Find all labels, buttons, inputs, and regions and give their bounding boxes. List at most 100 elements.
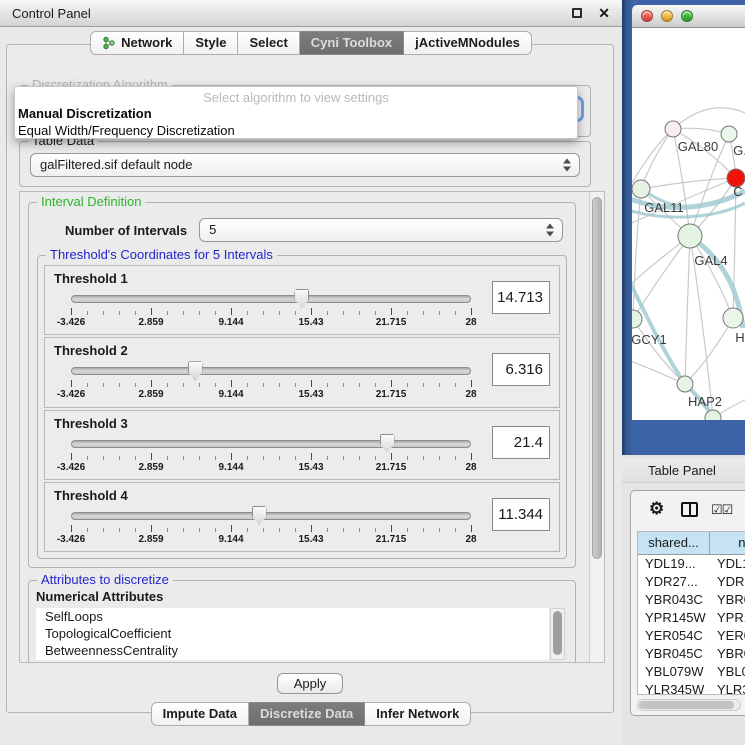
table-row[interactable]: YER054CYER0 [638, 627, 745, 645]
tab-cyni-toolbox[interactable]: Cyni Toolbox [300, 31, 404, 55]
network-edge[interactable] [685, 318, 733, 384]
numerical-attributes-list[interactable]: SelfLoopsTopologicalCoefficientBetweenne… [36, 608, 549, 660]
tick-mark [71, 453, 72, 460]
network-node[interactable] [632, 310, 642, 328]
table-row[interactable]: YLR345WYLR3 [638, 681, 745, 695]
table-row[interactable]: YBR045CYBR0 [638, 645, 745, 663]
attribute-list-item[interactable]: BetweennessCentrality [36, 642, 549, 659]
tick-mark [247, 383, 248, 387]
tick-mark [167, 311, 168, 315]
network-node[interactable] [665, 121, 681, 137]
table-row[interactable]: YPR145WYPR1 [638, 609, 745, 627]
dropdown-option-equal-width[interactable]: Equal Width/Frequency Discretization [15, 122, 577, 139]
network-thick-edge[interactable] [632, 278, 685, 384]
minimize-traffic-light-icon[interactable] [661, 10, 673, 22]
tick-mark [151, 525, 152, 532]
network-edge[interactable] [685, 236, 690, 384]
interval-definition-group: Interval Definition Number of Intervals … [28, 202, 576, 568]
float-icon[interactable] [572, 8, 582, 18]
table-row[interactable]: YBR043CYBR0 [638, 591, 745, 609]
tab-label: jActiveMNodules [415, 35, 520, 50]
threshold-slider[interactable]: -3.4262.8599.14415.4321.71528 [71, 505, 471, 549]
network-node[interactable] [678, 224, 702, 248]
tick-mark [343, 311, 344, 315]
tick-mark [199, 456, 200, 460]
threshold-slider[interactable]: -3.4262.8599.14415.4321.71528 [71, 360, 471, 404]
table-row[interactable]: YBL079WYBL0 [638, 663, 745, 681]
network-node-label: GCY1 [632, 332, 667, 347]
tick-mark [391, 453, 392, 460]
tick-mark [247, 311, 248, 315]
slider-thumb[interactable] [252, 506, 267, 525]
attribute-list-item[interactable]: SelfLoops [36, 608, 549, 625]
threshold-value-field[interactable]: 6.316 [492, 353, 550, 386]
threshold-slider[interactable]: -3.4262.8599.14415.4321.71528 [71, 288, 471, 332]
apply-button[interactable]: Apply [277, 673, 343, 694]
window-title: Control Panel [12, 6, 572, 21]
table-row[interactable]: YDL19...YDL1 [638, 555, 745, 573]
tab-jactivemnodules[interactable]: jActiveMNodules [404, 31, 532, 55]
tick-mark [151, 380, 152, 387]
tick-mark [439, 311, 440, 315]
network-node-label: G. [733, 143, 745, 158]
tick-mark [407, 311, 408, 315]
zoom-traffic-light-icon[interactable] [681, 10, 693, 22]
table-column-header[interactable]: na [710, 532, 745, 555]
threshold-panel: Threshold 1-3.4262.8599.14415.4321.71528… [44, 265, 560, 335]
threshold-value-field[interactable]: 21.4 [492, 426, 550, 459]
threshold-value-field[interactable]: 14.713 [492, 281, 550, 314]
table-column-header[interactable]: shared... [638, 532, 710, 555]
node-table[interactable]: shared...na YDL19...YDL1YDR27...YDR2YBR0… [637, 531, 745, 695]
slider-thumb[interactable] [294, 289, 309, 308]
dropdown-option-manual[interactable]: Manual Discretization [15, 105, 577, 122]
tab-network[interactable]: Network [90, 31, 184, 55]
close-icon[interactable]: ✕ [598, 8, 610, 18]
tick-mark [199, 528, 200, 532]
gear-icon[interactable]: ⚙ [649, 500, 664, 518]
table-data-combobox[interactable]: galFiltered.sif default node [30, 153, 580, 177]
number-of-intervals-value: 5 [209, 222, 216, 237]
tab-select[interactable]: Select [238, 31, 299, 55]
threshold-slider[interactable]: -3.4262.8599.14415.4321.71528 [71, 433, 471, 477]
network-node[interactable] [677, 376, 693, 392]
close-traffic-light-icon[interactable] [641, 10, 653, 22]
slider-track [71, 440, 471, 448]
number-of-intervals-combobox[interactable]: 5 [199, 218, 563, 242]
tick-mark [183, 311, 184, 315]
network-canvas[interactable]: GAL80G.CGAL11GAL4GCY1HHAP2 [632, 28, 745, 420]
tick-mark [231, 453, 232, 460]
network-node[interactable] [723, 308, 743, 328]
table-cell: YER054C [638, 627, 710, 645]
tick-mark [359, 456, 360, 460]
threshold-value-field[interactable]: 11.344 [492, 498, 550, 531]
table-row[interactable]: YDR27...YDR2 [638, 573, 745, 591]
split-columns-icon[interactable] [681, 502, 698, 517]
tick-mark [391, 525, 392, 532]
bottom-tab-bar: Impute DataDiscretize DataInfer Network [0, 702, 622, 726]
network-edge[interactable] [641, 129, 673, 189]
attribute-list-item[interactable]: TopologicalCoefficient [36, 625, 549, 642]
slider-thumb[interactable] [188, 361, 203, 380]
slider-ticks [71, 380, 471, 388]
tab-label: Cyni Toolbox [311, 35, 392, 50]
tab-impute-data[interactable]: Impute Data [151, 702, 249, 726]
tick-label: 15.43 [298, 389, 323, 400]
tick-mark [343, 383, 344, 387]
table-horizontal-scrollbar[interactable] [637, 699, 741, 711]
network-node[interactable] [721, 126, 737, 142]
number-of-intervals-row: Number of Intervals 5 [65, 217, 563, 243]
tick-mark [183, 456, 184, 460]
tab-style[interactable]: Style [184, 31, 238, 55]
select-columns-icon[interactable]: ☑☑ [711, 502, 732, 518]
tick-mark [215, 383, 216, 387]
network-window-titlebar[interactable] [632, 5, 745, 28]
settings-vertical-scrollbar[interactable] [589, 192, 604, 662]
group-title: Interval Definition [37, 194, 145, 209]
tick-mark [71, 380, 72, 387]
network-node[interactable] [632, 180, 650, 198]
tab-infer-network[interactable]: Infer Network [365, 702, 471, 726]
tick-mark [391, 380, 392, 387]
slider-thumb[interactable] [380, 434, 395, 453]
attributes-list-scrollbar[interactable] [550, 608, 565, 660]
tab-discretize-data[interactable]: Discretize Data [249, 702, 365, 726]
